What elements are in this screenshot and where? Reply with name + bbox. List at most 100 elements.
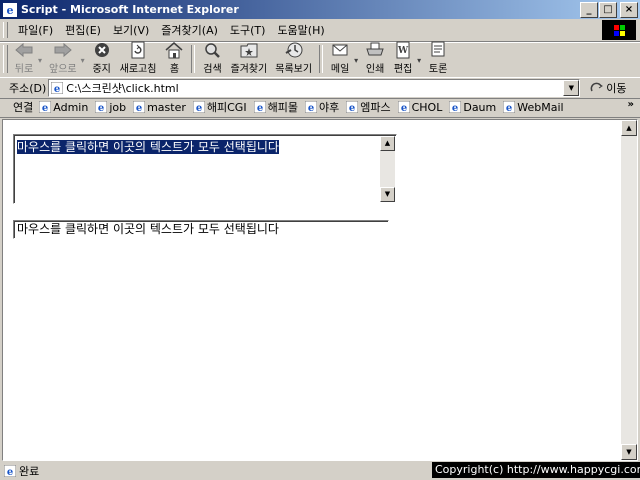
link-label: 야후 <box>318 101 340 114</box>
history-label: 목록보기 <box>275 64 313 75</box>
scroll-up-icon[interactable]: ▲ <box>621 120 637 136</box>
edit-label: 편집 <box>393 64 413 75</box>
svg-text:e: e <box>98 103 104 113</box>
link-label: WebMail <box>517 100 564 114</box>
link-item[interactable]: e 엠파스 <box>346 99 391 115</box>
text-area[interactable]: 마우스를 클릭하면 이곳의 텍스트가 모두 선택됩니다 ▲ ▼ <box>13 134 397 204</box>
status-text: 완료 <box>19 464 40 478</box>
back-label: 뒤로 <box>14 64 34 75</box>
minimize-button[interactable]: _ <box>580 1 598 18</box>
forward-dropdown-icon[interactable]: ▾ <box>81 56 85 65</box>
link-item[interactable]: e CHOL <box>397 100 443 114</box>
menu-file[interactable]: 파일(F) <box>12 22 59 38</box>
address-input[interactable]: e C:\스크린샷\click.html ▼ <box>48 79 581 97</box>
go-label: 이동 <box>606 82 627 95</box>
link-item[interactable]: e Admin <box>39 101 88 114</box>
forward-button[interactable]: 앞으로 <box>45 41 81 77</box>
home-button[interactable]: 홈 <box>160 41 188 77</box>
link-label: Daum <box>463 100 497 114</box>
go-button[interactable]: 이동 <box>590 80 627 96</box>
link-item[interactable]: e 해피CGI <box>192 99 247 115</box>
menu-tools[interactable]: 도구(T) <box>224 22 272 38</box>
links-label: 연결 <box>13 101 34 114</box>
ie-logo-icon: e <box>3 2 17 17</box>
ie-page-icon: e <box>253 101 266 113</box>
link-item[interactable]: e job <box>95 101 126 114</box>
menu-help[interactable]: 도움말(H) <box>271 22 330 38</box>
svg-text:e: e <box>452 103 458 113</box>
link-item[interactable]: e 해피몰 <box>253 99 298 115</box>
link-label: master <box>147 100 186 114</box>
svg-text:e: e <box>196 103 202 113</box>
mail-icon <box>332 44 348 56</box>
svg-text:W: W <box>397 46 409 56</box>
stop-icon <box>94 43 109 57</box>
home-icon <box>165 42 183 59</box>
link-label: CHOL <box>411 100 443 114</box>
address-url: C:\스크린샷\click.html <box>66 82 179 95</box>
favorites-folder-icon <box>240 43 258 58</box>
ie-page-icon: e <box>397 101 410 113</box>
textarea-scrollbar[interactable]: ▲ ▼ <box>380 136 395 202</box>
link-item[interactable]: e 야후 <box>304 99 340 115</box>
forward-arrow-icon <box>54 42 72 58</box>
scroll-down-icon[interactable]: ▼ <box>621 444 637 460</box>
page-scrollbar[interactable]: ▲ ▼ <box>621 120 637 460</box>
link-item[interactable]: e master <box>133 101 186 114</box>
print-label: 인쇄 <box>365 64 385 75</box>
status-bar: e 완료 Copyright(c) http://www.happycgi.co… <box>0 461 640 480</box>
maximize-button[interactable]: □ <box>599 1 617 18</box>
menu-edit[interactable]: 편집(E) <box>59 22 107 38</box>
mail-label: 메일 <box>330 64 350 75</box>
windows-logo-icon <box>602 20 636 40</box>
link-label: Admin <box>53 100 89 114</box>
menu-grip[interactable] <box>3 22 8 38</box>
svg-text:e: e <box>136 103 142 113</box>
address-label: 주소(D) <box>9 82 47 95</box>
print-button[interactable]: 인쇄 <box>361 41 389 77</box>
mail-button[interactable]: 메일 <box>326 41 354 77</box>
go-arrow-icon <box>590 82 604 92</box>
refresh-button[interactable]: 새로고침 <box>116 41 161 77</box>
stop-button[interactable]: 중지 <box>88 41 116 77</box>
scroll-up-icon[interactable]: ▲ <box>380 136 395 151</box>
history-button[interactable]: 목록보기 <box>271 41 316 77</box>
discuss-label: 토론 <box>428 64 448 75</box>
printer-icon <box>366 42 384 56</box>
selected-text: 마우스를 클릭하면 이곳의 텍스트가 모두 선택됩니다 <box>17 140 279 154</box>
close-button[interactable]: × <box>620 1 638 18</box>
toolbar-separator <box>319 44 324 73</box>
title-bar[interactable]: e Script - Microsoft Internet Explorer _… <box>0 0 640 19</box>
home-label: 홈 <box>169 64 180 75</box>
edit-button[interactable]: W 편집 <box>389 41 417 77</box>
svg-text:e: e <box>7 4 14 17</box>
discuss-button[interactable]: 토론 <box>424 41 452 77</box>
address-dropdown-icon[interactable]: ▼ <box>563 80 580 96</box>
ie-page-icon: e <box>133 101 146 113</box>
ie-page-icon: e <box>95 101 108 113</box>
search-icon <box>205 43 221 58</box>
back-dropdown-icon[interactable]: ▾ <box>38 56 42 65</box>
link-item[interactable]: e Daum <box>449 101 496 114</box>
link-item[interactable]: e WebMail <box>503 100 564 114</box>
forward-label: 앞으로 <box>49 64 77 75</box>
edit-dropdown-icon[interactable]: ▾ <box>417 56 421 65</box>
svg-text:e: e <box>256 103 262 113</box>
menu-favorites[interactable]: 즐겨찾기(A) <box>155 22 224 38</box>
text-input[interactable]: 마우스를 클릭하면 이곳의 텍스트가 모두 선택됩니다 <box>13 220 389 239</box>
links-more-icon[interactable]: » <box>628 99 634 110</box>
page-icon: e <box>51 82 64 94</box>
scroll-down-icon[interactable]: ▼ <box>380 187 395 202</box>
link-label: job <box>109 100 127 114</box>
svg-text:e: e <box>400 103 406 113</box>
mail-dropdown-icon[interactable]: ▾ <box>354 56 358 65</box>
svg-text:e: e <box>7 467 13 477</box>
menu-view[interactable]: 보기(V) <box>107 22 155 38</box>
svg-text:e: e <box>54 84 60 94</box>
stop-label: 중지 <box>92 64 111 75</box>
back-button[interactable]: 뒤로 <box>10 41 38 77</box>
toolbar-grip[interactable] <box>3 44 8 73</box>
search-button[interactable]: 검색 <box>198 41 226 77</box>
favorites-button[interactable]: 즐겨찾기 <box>226 41 271 77</box>
ie-page-icon: e <box>39 101 52 113</box>
